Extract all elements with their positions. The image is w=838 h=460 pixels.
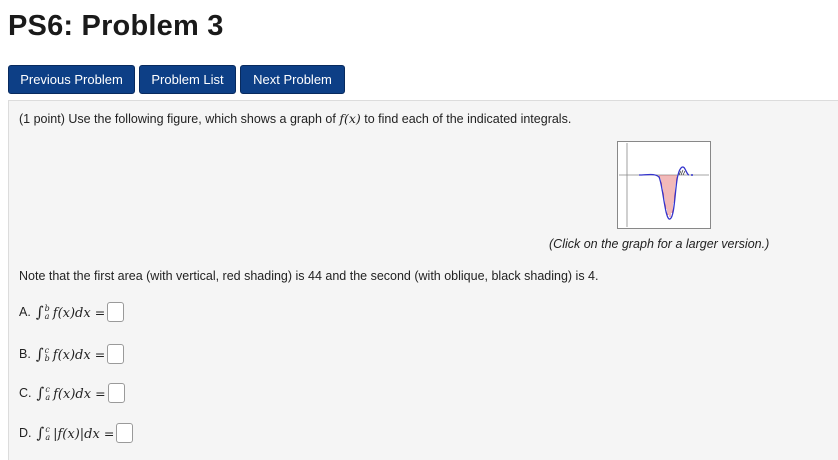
integral-limits: ba: [45, 305, 50, 321]
area-note: Note that the first area (with vertical,…: [19, 269, 599, 283]
integral-sign: ∫: [35, 302, 44, 321]
next-problem-button[interactable]: Next Problem: [240, 65, 345, 94]
integral-sign: ∫: [36, 383, 45, 402]
equals-sign: =: [103, 425, 115, 441]
page-title: PS6: Problem 3: [8, 10, 224, 42]
integral-sign: ∫: [35, 344, 44, 363]
curve-endpoint: [691, 174, 693, 176]
problem-panel: (1 point) Use the following figure, whic…: [8, 100, 838, 460]
equals-sign: =: [95, 385, 106, 401]
integral-sign: ∫: [36, 423, 45, 442]
graph-caption: (Click on the graph for a larger version…: [549, 237, 770, 251]
lower-limit: a: [45, 393, 51, 403]
problem-intro: (1 point) Use the following figure, whic…: [19, 111, 571, 126]
intro-function: f(x): [339, 111, 361, 126]
integral-expression: ∫ c b f(x)dx: [36, 345, 91, 364]
question-c: C. ∫ c a f(x)dx =: [19, 382, 125, 404]
problem-list-button[interactable]: Problem List: [139, 65, 236, 94]
question-b: B. ∫ c b f(x)dx =: [19, 343, 125, 365]
equals-sign: =: [94, 304, 106, 320]
answer-input-b[interactable]: [107, 344, 125, 364]
intro-text-before: Use the following figure, which shows a …: [64, 112, 340, 126]
integral-expression: ∫ c a f(x)dx: [37, 384, 92, 403]
question-d: D. ∫ c a |f(x)|dx =: [19, 422, 134, 444]
question-letter: D.: [19, 426, 32, 440]
problem-nav: Previous Problem Problem List Next Probl…: [8, 65, 345, 94]
answer-input-c[interactable]: [107, 383, 125, 403]
question-letter: B.: [19, 347, 31, 361]
question-letter: C.: [19, 386, 32, 400]
integral-limits: cb: [45, 347, 50, 363]
graph-thumbnail[interactable]: [617, 141, 711, 229]
equals-sign: =: [94, 346, 106, 362]
integral-limits: ca: [45, 386, 50, 402]
integrand: |f(x)|dx: [53, 426, 100, 442]
question-letter: A.: [19, 305, 31, 319]
intro-text-after: to find each of the indicated integrals.: [360, 112, 572, 126]
lower-limit: b: [44, 354, 50, 364]
integrand: f(x)dx: [53, 386, 92, 402]
answer-input-d[interactable]: [116, 423, 134, 443]
integral-expression: ∫ b a f(x)dx: [36, 303, 91, 322]
answer-input-a[interactable]: [107, 302, 125, 322]
integrand: f(x)dx: [52, 305, 91, 321]
integrand: f(x)dx: [52, 347, 91, 363]
previous-problem-button[interactable]: Previous Problem: [8, 65, 135, 94]
points-label: (1 point): [19, 112, 65, 126]
question-a: A. ∫ b a f(x)dx =: [19, 301, 125, 323]
lower-limit: a: [45, 433, 51, 443]
integral-expression: ∫ c a |f(x)|dx: [37, 424, 100, 443]
lower-limit: a: [44, 312, 50, 322]
integral-limits: ca: [45, 426, 50, 442]
